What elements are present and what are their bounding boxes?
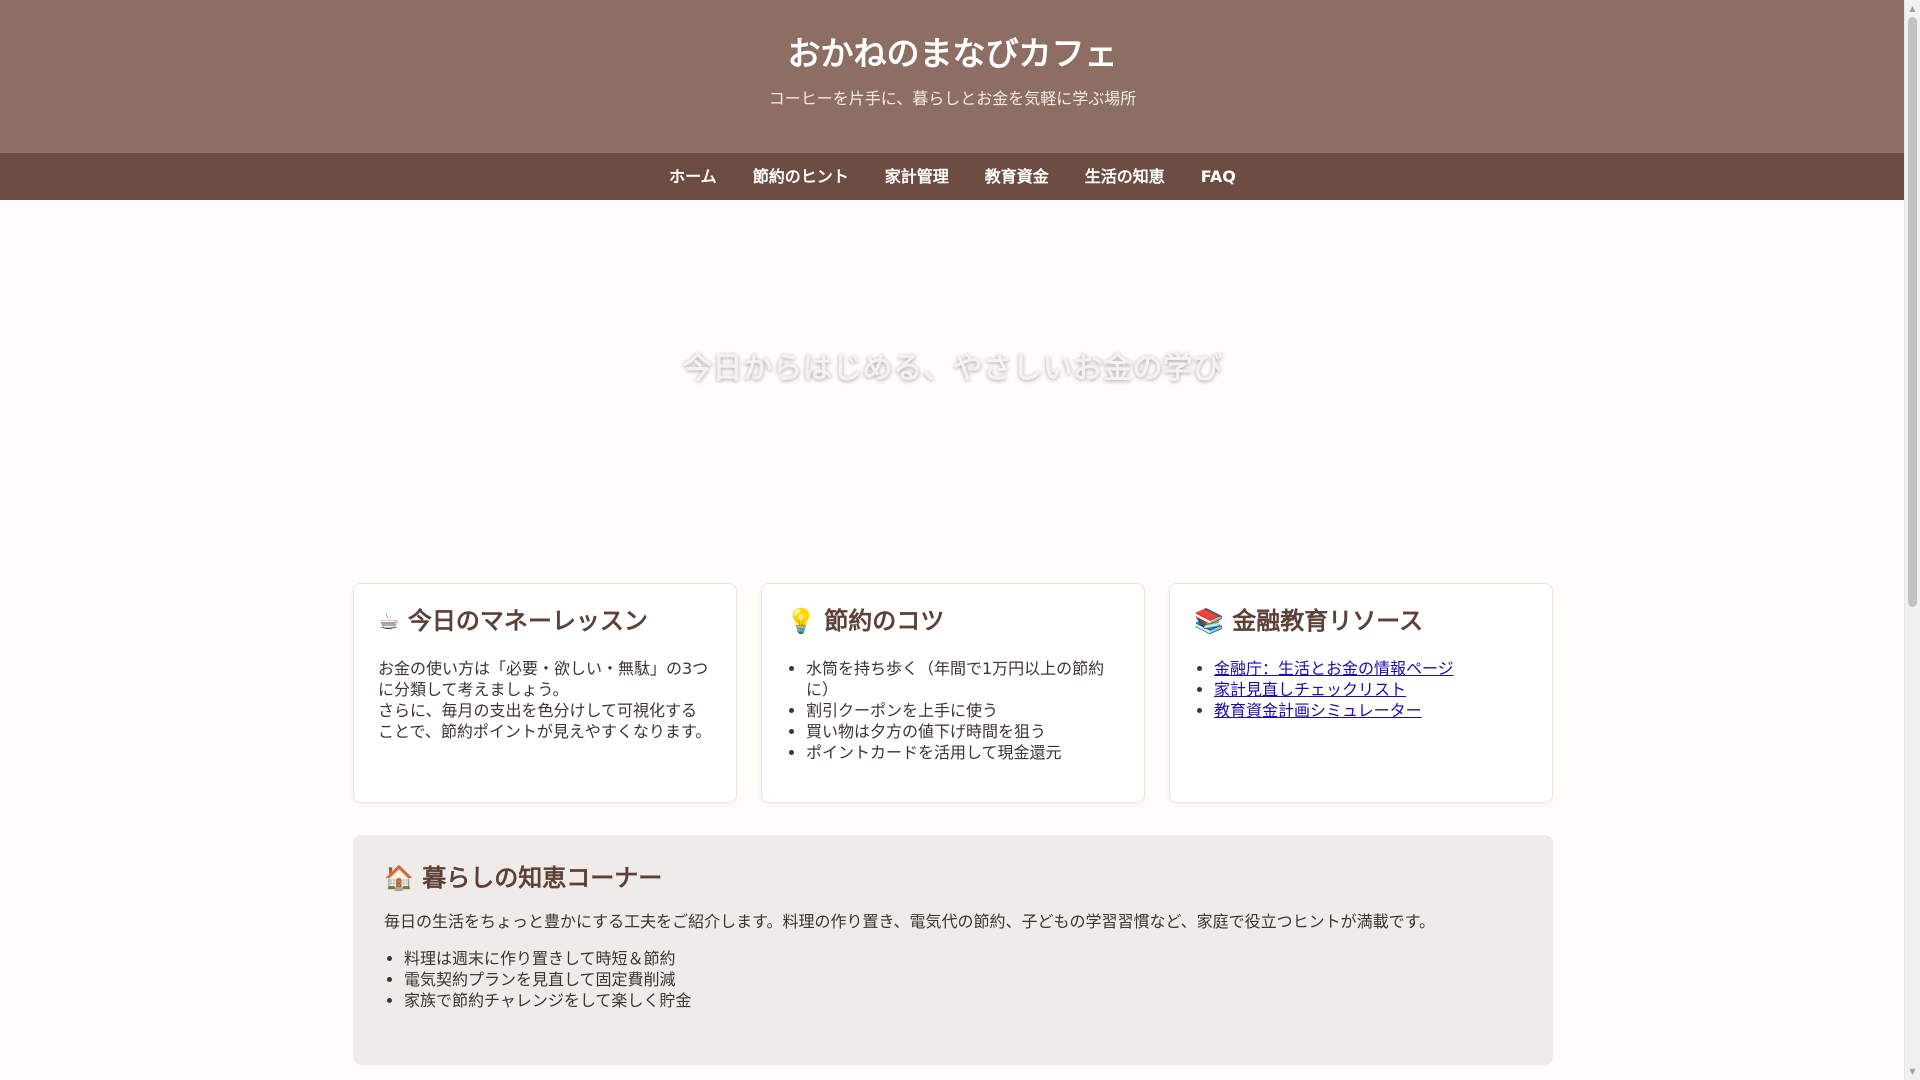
- life-wisdom-title: 🏠 暮らしの知恵コーナー: [384, 863, 1522, 893]
- nav-item-household[interactable]: 家計管理: [867, 153, 967, 200]
- list-item: 電気契約プランを見直して固定費削減: [404, 969, 1522, 990]
- life-wisdom-section: 🏠 暮らしの知恵コーナー 毎日の生活をちょっと豊かにする工夫をご紹介します。料理…: [353, 835, 1553, 1065]
- scrollbar-thumb[interactable]: [1908, 17, 1917, 607]
- money-lesson-card: ☕ 今日のマネーレッスン お金の使い方は「必要・欲しい・無駄」の3つに分類して考…: [353, 583, 737, 803]
- resource-link-simulator[interactable]: 教育資金計画シミュレーター: [1214, 701, 1422, 720]
- list-item: 買い物は夕方の値下げ時間を狙う: [806, 721, 1120, 742]
- lightbulb-icon: 💡: [786, 607, 816, 635]
- list-item: 水筒を持ち歩く（年間で1万円以上の節約に）: [806, 658, 1120, 700]
- hero-heading: 今日からはじめる、やさしいお金の学び: [682, 351, 1223, 386]
- hero-section: 今日からはじめる、やさしいお金の学び: [0, 200, 1905, 580]
- money-lesson-text: お金の使い方は「必要・欲しい・無駄」の3つに分類して考えましょう。 さらに、毎月の…: [378, 658, 712, 742]
- list-item: 金融庁：生活とお金の情報ページ: [1214, 658, 1528, 679]
- nav-item-faq[interactable]: FAQ: [1183, 153, 1254, 200]
- money-lesson-title: ☕ 今日のマネーレッスン: [378, 606, 712, 636]
- main-nav: ホーム 節約のヒント 家計管理 教育資金 生活の知恵 FAQ: [0, 153, 1905, 200]
- money-lesson-line-1: お金の使い方は「必要・欲しい・無駄」の3つに分類して考えましょう。: [378, 659, 709, 699]
- list-item: 家計見直しチェックリスト: [1214, 679, 1528, 700]
- nav-item-saving-tips[interactable]: 節約のヒント: [735, 153, 867, 200]
- site-header: おかねのまなびカフェ コーヒーを片手に、暮らしとお金を気軽に学ぶ場所: [0, 0, 1905, 153]
- list-item: 料理は週末に作り置きして時短＆節約: [404, 948, 1522, 969]
- money-lesson-line-2: さらに、毎月の支出を色分けして可視化することで、節約ポイントが見えやすくなります…: [378, 701, 712, 741]
- vertical-scrollbar[interactable]: ▲ ▼: [1904, 0, 1920, 1080]
- list-item: 家族で節約チャレンジをして楽しく貯金: [404, 990, 1522, 1011]
- site-title: おかねのまなびカフェ: [787, 34, 1118, 73]
- saving-tips-title-text: 節約のコツ: [824, 607, 945, 635]
- resource-link-fsa[interactable]: 金融庁：生活とお金の情報ページ: [1214, 659, 1454, 678]
- coffee-icon: ☕: [378, 607, 400, 635]
- list-item: 教育資金計画シミュレーター: [1214, 700, 1528, 721]
- card-grid: ☕ 今日のマネーレッスン お金の使い方は「必要・欲しい・無駄」の3つに分類して考…: [353, 583, 1553, 803]
- saving-tips-card: 💡 節約のコツ 水筒を持ち歩く（年間で1万円以上の節約に） 割引クーポンを上手に…: [761, 583, 1145, 803]
- life-wisdom-text: 毎日の生活をちょっと豊かにする工夫をご紹介します。料理の作り置き、電気代の節約、…: [384, 912, 1436, 931]
- list-item: ポイントカードを活用して現金還元: [806, 742, 1120, 763]
- page: おかねのまなびカフェ コーヒーを片手に、暮らしとお金を気軽に学ぶ場所 ホーム 節…: [0, 0, 1905, 1080]
- life-wisdom-title-text: 暮らしの知恵コーナー: [422, 864, 663, 892]
- saving-tips-title: 💡 節約のコツ: [786, 606, 1120, 636]
- resources-card: 📚 金融教育リソース 金融庁：生活とお金の情報ページ 家計見直しチェックリスト …: [1169, 583, 1553, 803]
- nav-item-life-wisdom[interactable]: 生活の知恵: [1067, 153, 1183, 200]
- saving-tips-list: 水筒を持ち歩く（年間で1万円以上の節約に） 割引クーポンを上手に使う 買い物は夕…: [786, 658, 1120, 763]
- resource-link-checklist[interactable]: 家計見直しチェックリスト: [1214, 680, 1406, 699]
- site-tagline: コーヒーを片手に、暮らしとお金を気軽に学ぶ場所: [768, 89, 1137, 108]
- resources-list: 金融庁：生活とお金の情報ページ 家計見直しチェックリスト 教育資金計画シミュレー…: [1194, 658, 1528, 721]
- nav-item-home[interactable]: ホーム: [651, 153, 735, 200]
- nav-item-education-fund[interactable]: 教育資金: [967, 153, 1067, 200]
- life-wisdom-list: 料理は週末に作り置きして時短＆節約 電気契約プランを見直して固定費削減 家族で節…: [384, 948, 1522, 1011]
- list-item: 割引クーポンを上手に使う: [806, 700, 1120, 721]
- scroll-down-arrow-icon[interactable]: ▼: [1905, 1063, 1920, 1080]
- books-icon: 📚: [1194, 607, 1224, 635]
- scroll-up-arrow-icon[interactable]: ▲: [1905, 0, 1920, 17]
- resources-title: 📚 金融教育リソース: [1194, 606, 1528, 636]
- resources-title-text: 金融教育リソース: [1232, 607, 1424, 635]
- house-icon: 🏠: [384, 864, 414, 892]
- money-lesson-title-text: 今日のマネーレッスン: [407, 607, 648, 635]
